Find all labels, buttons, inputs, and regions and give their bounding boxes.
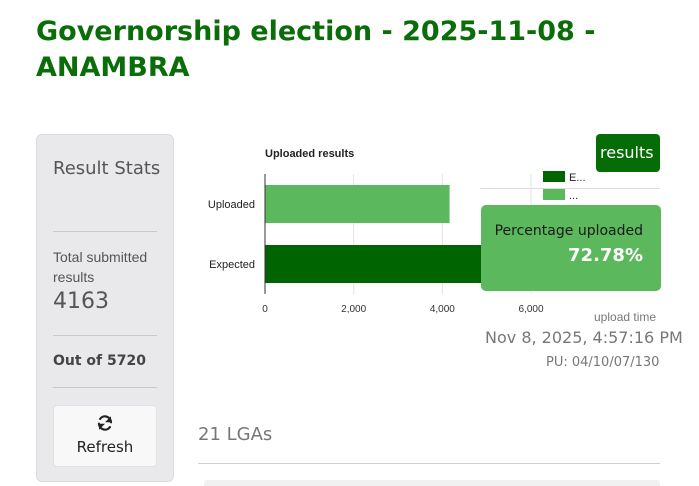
out-of-total: Out of 5720 xyxy=(53,353,146,369)
chart-x-tick-label: 4,000 xyxy=(430,304,455,315)
result-stats-card: Result Stats Total submitted results 416… xyxy=(36,134,174,482)
lga-count-heading: 21 LGAs xyxy=(198,424,273,445)
polling-unit-code: PU: 04/10/07/130 xyxy=(546,355,660,370)
total-submitted-value: 4163 xyxy=(53,289,109,314)
chart-category-label: Uploaded xyxy=(208,199,255,211)
refresh-button[interactable]: Refresh xyxy=(53,405,157,467)
legend-item: E... xyxy=(543,171,586,184)
lga-list-top xyxy=(204,480,660,486)
divider xyxy=(53,387,157,388)
result-stats-heading: Result Stats xyxy=(53,158,161,179)
page-title: Governorship election - 2025-11-08 - ANA… xyxy=(36,16,596,83)
upload-time-value: Nov 8, 2025, 4:57:16 PM xyxy=(485,328,683,347)
legend-item: ... xyxy=(543,189,578,202)
results-button[interactable]: results xyxy=(596,134,660,172)
percentage-uploaded-label: Percentage uploaded xyxy=(494,223,643,239)
percentage-uploaded-card: Percentage uploaded 72.78% xyxy=(481,205,661,291)
chart-x-tick-label: 2,000 xyxy=(341,304,366,315)
refresh-icon xyxy=(97,415,113,431)
legend-swatch xyxy=(543,171,565,182)
lga-divider xyxy=(198,463,660,464)
chart-x-tick-label: 0 xyxy=(262,304,268,315)
chart-title: Uploaded results xyxy=(265,148,354,160)
divider xyxy=(53,231,157,232)
chart-category-label: Expected xyxy=(209,259,255,271)
legend-swatch xyxy=(543,189,565,200)
uploaded-results-chart: Uploaded results Uploaded Expected 0 2,000… xyxy=(208,148,544,315)
divider xyxy=(53,335,157,336)
chart-bar-uploaded xyxy=(265,185,450,223)
legend-label: ... xyxy=(569,190,579,202)
chart-x-tick-label: 6,000 xyxy=(518,304,543,315)
legend-label: E... xyxy=(569,172,586,184)
percentage-uploaded-value: 72.78% xyxy=(568,245,643,266)
upload-time-label: upload time xyxy=(594,310,657,324)
refresh-label: Refresh xyxy=(76,438,134,456)
total-submitted-label: Total submitted results xyxy=(53,249,148,285)
